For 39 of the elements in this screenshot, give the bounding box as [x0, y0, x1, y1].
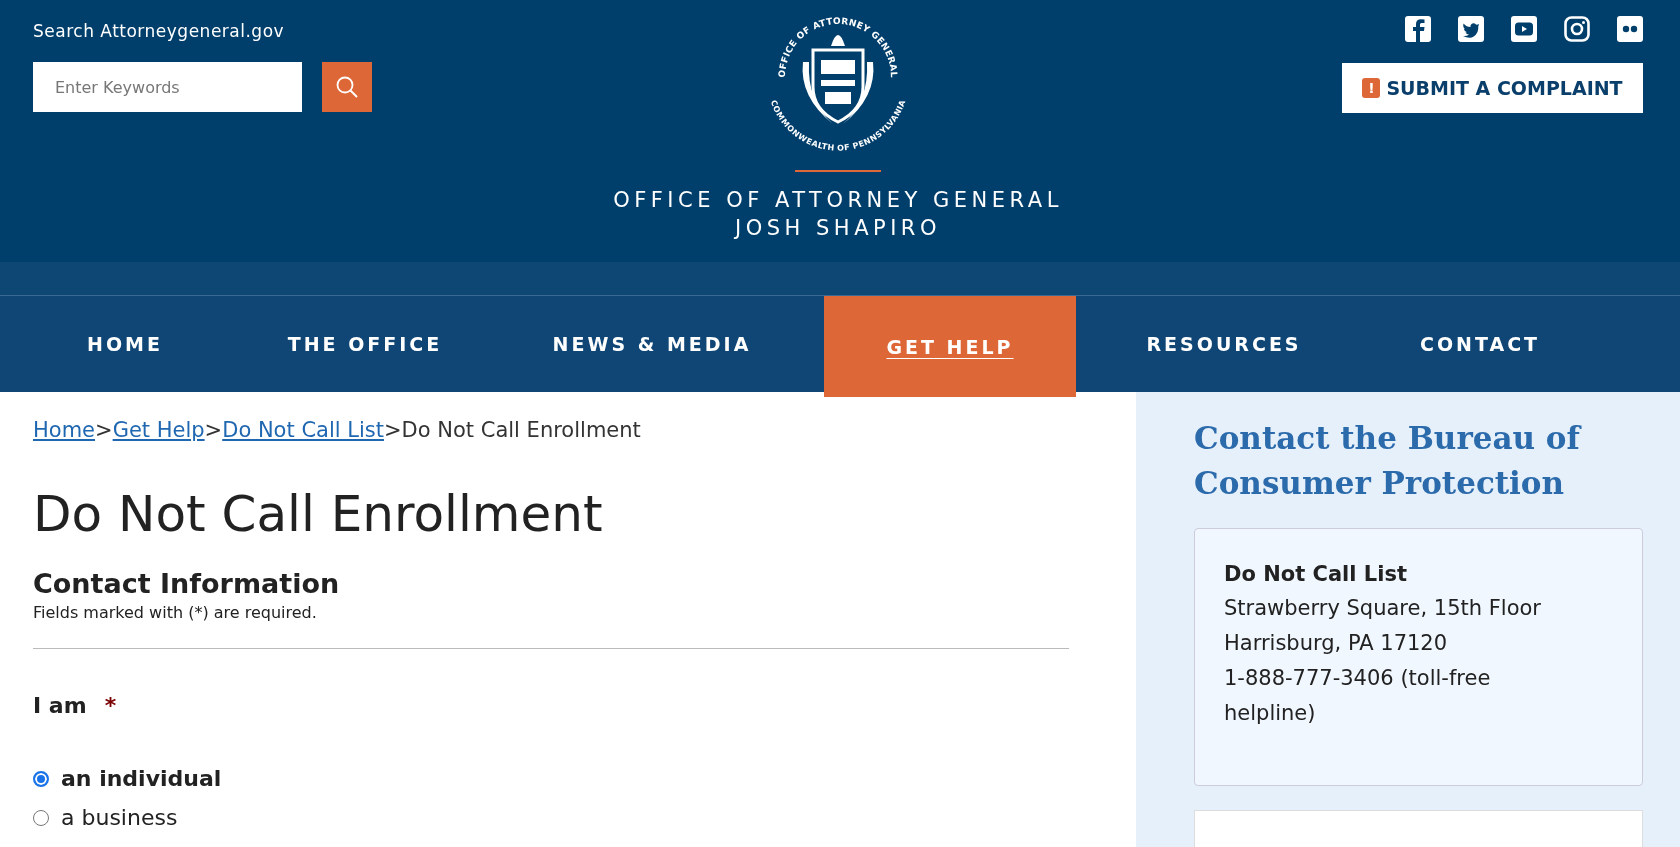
page-title: Do Not Call Enrollment	[33, 484, 604, 544]
required-note: Fields marked with (*) are required.	[33, 603, 318, 623]
address-line: Strawberry Square, 15th Floor	[1224, 595, 1542, 622]
nav-tab[interactable]: THE OFFICE	[250, 296, 480, 392]
nav-tab[interactable]: NEWS & MEDIA	[480, 296, 824, 392]
address-line: 1-888-777-3406 (toll-free helpline)	[1224, 665, 1492, 727]
radio-button[interactable]	[33, 809, 49, 826]
alert-icon: !	[1362, 78, 1381, 98]
card-title: Do Not Call List	[1224, 561, 1408, 588]
address-line: Harrisburg, PA 17120	[1224, 630, 1449, 657]
nav-tab[interactable]: HOME	[0, 296, 250, 392]
breadcrumb-separator: >	[204, 418, 223, 442]
breadcrumb-separator: >	[95, 418, 113, 442]
search-label: Search Attorneygeneral.gov	[33, 21, 286, 41]
breadcrumb-current: Do Not Call Enrollment	[401, 418, 641, 442]
breadcrumb-separator: >	[383, 418, 402, 442]
option-label[interactable]: an individual	[61, 766, 222, 792]
search-field[interactable]: Enter Keywords	[33, 62, 302, 112]
sidebar-heading: Contact the Bureau of Consumer Protection	[1194, 419, 1583, 503]
play-icon[interactable]	[1511, 16, 1537, 42]
breadcrumb-link[interactable]: Do Not Call List	[222, 418, 384, 442]
nav-tab[interactable]: RESOURCES	[1076, 296, 1372, 392]
submit-complaint-button[interactable]: ! SUBMIT A COMPLAINT	[1342, 63, 1643, 113]
social-icon[interactable]	[1405, 16, 1431, 42]
nav-tab[interactable]: CONTACT	[1372, 296, 1588, 392]
bird-icon[interactable]	[1458, 16, 1484, 42]
option-label[interactable]: a business	[61, 805, 178, 831]
search-icon	[335, 75, 359, 99]
required-mark: *	[104, 693, 117, 719]
camera-icon[interactable]	[1564, 16, 1590, 42]
office-title: OFFICE OF ATTORNEY GENERAL	[613, 187, 1063, 214]
search-button[interactable]	[322, 62, 372, 112]
breadcrumb-link[interactable]: Home	[33, 418, 95, 442]
breadcrumb-link[interactable]: Get Help	[112, 418, 205, 442]
office-title: JOSH SHAPIRO	[735, 215, 941, 242]
section-heading: Contact Information	[33, 568, 341, 601]
field-label: I am	[33, 693, 87, 719]
dots-icon[interactable]	[1617, 16, 1643, 42]
radio-button[interactable]	[33, 770, 49, 787]
